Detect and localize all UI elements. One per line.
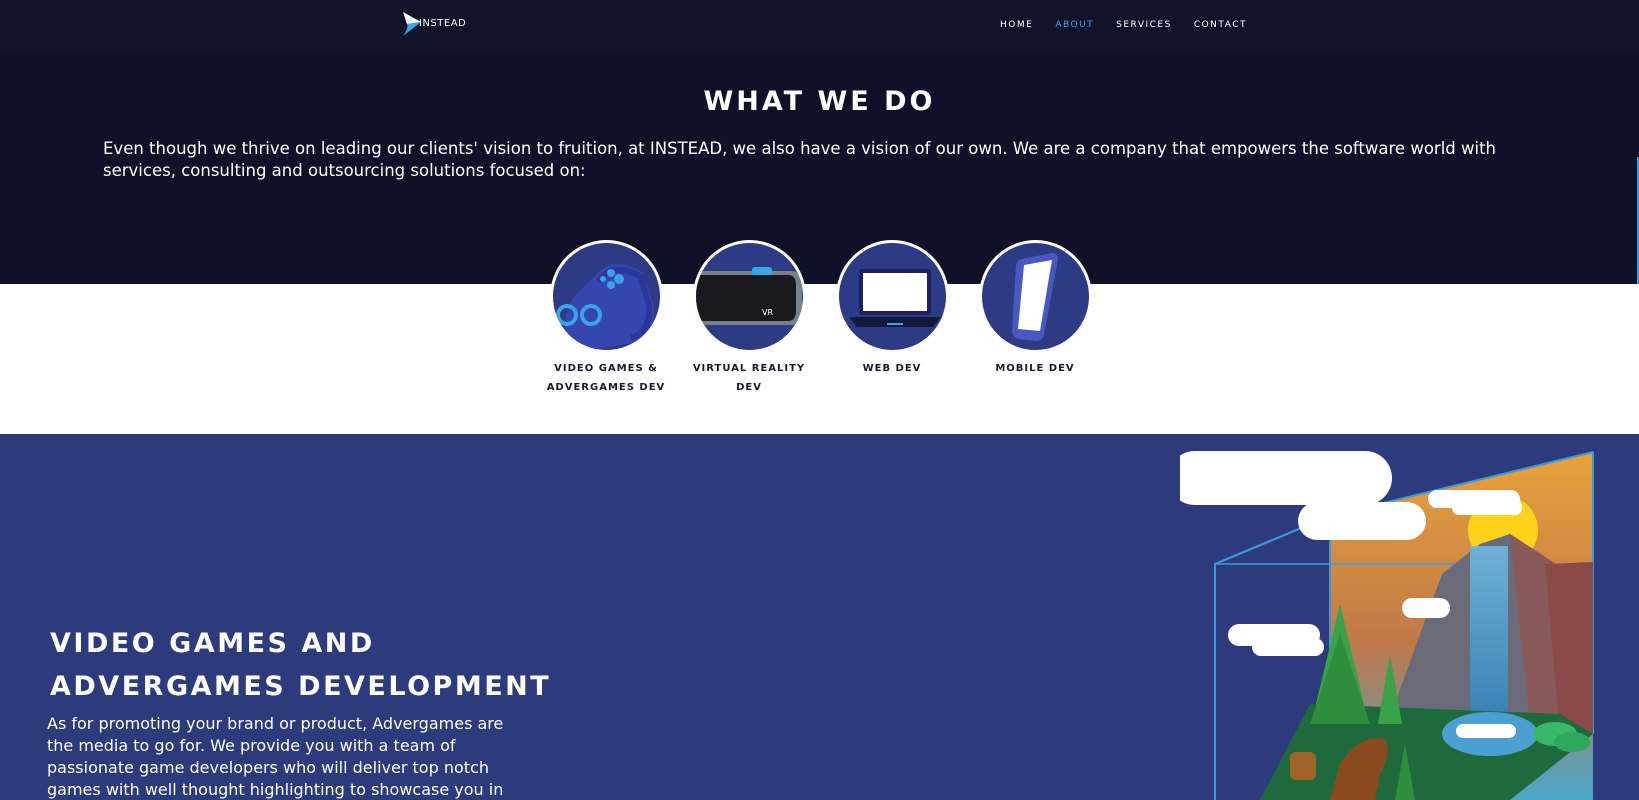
service-label: VIRTUAL REALITY DEV: [692, 363, 806, 393]
service-label: MOBILE DEV: [995, 363, 1075, 374]
logo-text: INSTEAD: [419, 17, 467, 29]
games-title-line2: ADVERGAMES DEVELOPMENT: [50, 671, 552, 702]
games-title: VIDEO GAMES AND ADVERGAMES DEVELOPMENT: [50, 622, 551, 708]
nav-about[interactable]: ABOUT: [1055, 20, 1094, 30]
games-description: As for promoting your brand or product, …: [47, 714, 504, 799]
nav-home[interactable]: HOME: [1000, 20, 1033, 30]
services-band: [0, 284, 1639, 434]
site-header: INSTEAD HOME ABOUT SERVICES CONTACT: [0, 0, 1639, 50]
section-description: Even though we thrive on leading our cli…: [103, 139, 1497, 180]
isometric-landscape-illustration: [1180, 451, 1594, 800]
service-label: VIDEO GAMES & ADVERGAMES DEV: [546, 363, 666, 393]
service-video-games[interactable]: VIDEO GAMES & ADVERGAMES DEV: [546, 240, 666, 397]
video-games-section: VIDEO GAMES AND ADVERGAMES DEVELOPMENT A…: [0, 434, 1639, 800]
service-mobile-dev[interactable]: MOBILE DEV: [975, 240, 1095, 378]
main-nav: HOME ABOUT SERVICES CONTACT: [1000, 20, 1269, 30]
service-label: WEB DEV: [862, 363, 922, 374]
logo[interactable]: INSTEAD: [401, 10, 466, 38]
vr-headset-icon: VR: [692, 240, 806, 353]
service-vr[interactable]: VR VIRTUAL REALITY DEV: [689, 240, 809, 397]
laptop-icon: [835, 240, 949, 353]
vr-label: VR: [762, 308, 773, 317]
nav-contact[interactable]: CONTACT: [1194, 20, 1247, 30]
games-title-line1: VIDEO GAMES AND: [50, 628, 375, 659]
what-we-do-section: WHAT WE DO Even though we thrive on lead…: [0, 50, 1639, 284]
service-web-dev[interactable]: WEB DEV: [832, 240, 952, 378]
section-title: WHAT WE DO: [703, 86, 936, 117]
nav-services[interactable]: SERVICES: [1116, 20, 1172, 30]
smartphone-icon: [978, 240, 1092, 353]
gamepad-icon: [549, 240, 663, 353]
